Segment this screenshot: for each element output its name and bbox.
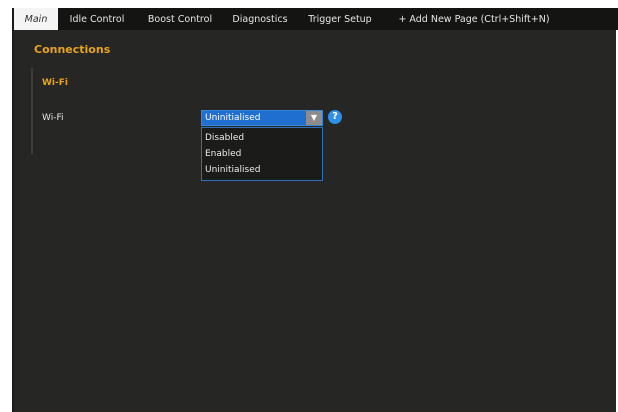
chevron-down-icon[interactable]: ▼ (306, 111, 322, 125)
page-title: Connections (34, 43, 111, 56)
dropdown-option-enabled[interactable]: Enabled (202, 146, 322, 162)
add-new-page-tab[interactable]: + Add New Page (Ctrl+Shift+N) (386, 8, 562, 30)
tab-main[interactable]: Main (14, 8, 58, 30)
help-icon[interactable]: ? (328, 110, 342, 124)
wifi-section-title: Wi-Fi (42, 78, 68, 88)
tab-trigger-setup[interactable]: Trigger Setup (296, 8, 384, 30)
wifi-select[interactable]: Uninitialised ▼ (201, 110, 323, 126)
tab-boost-control[interactable]: Boost Control (136, 8, 224, 30)
main-window: Main Idle Control Boost Control Diagnost… (12, 8, 618, 412)
section-divider (31, 68, 33, 154)
wifi-dropdown-list: Disabled Enabled Uninitialised (201, 127, 323, 181)
tab-idle-control[interactable]: Idle Control (58, 8, 136, 30)
tab-diagnostics[interactable]: Diagnostics (224, 8, 296, 30)
wifi-field-label: Wi-Fi (42, 113, 64, 123)
wifi-select-value: Uninitialised (205, 113, 261, 123)
dropdown-option-uninitialised[interactable]: Uninitialised (202, 162, 322, 178)
tab-bar: Main Idle Control Boost Control Diagnost… (14, 8, 618, 30)
dropdown-option-disabled[interactable]: Disabled (202, 130, 322, 146)
